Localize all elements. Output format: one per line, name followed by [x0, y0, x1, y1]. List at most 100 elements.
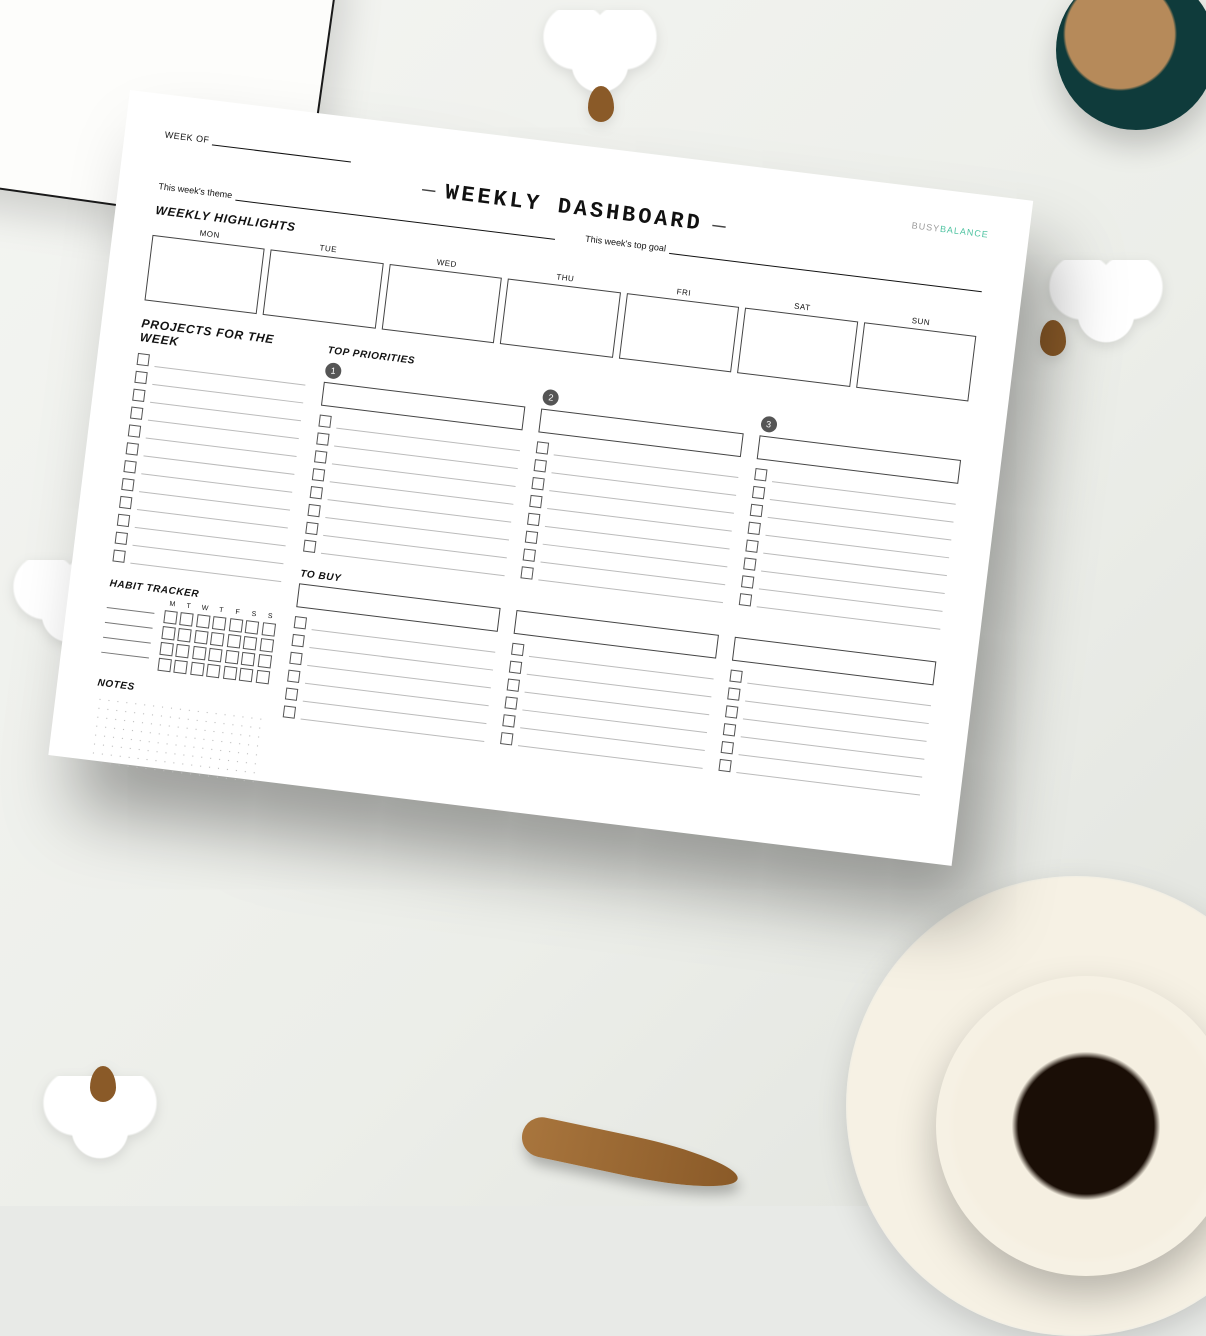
- checkbox-icon[interactable]: [294, 616, 307, 629]
- checkbox-icon[interactable]: [287, 670, 300, 683]
- priority-number-badge: 2: [542, 389, 560, 407]
- checkbox-icon[interactable]: [718, 759, 731, 772]
- checkbox-icon[interactable]: [532, 477, 545, 490]
- habit-checkbox[interactable]: [255, 670, 269, 684]
- habit-checkbox[interactable]: [227, 634, 241, 648]
- checkbox-icon[interactable]: [312, 468, 325, 481]
- checkbox-icon[interactable]: [128, 424, 141, 437]
- day-box[interactable]: [619, 293, 740, 372]
- habit-checkbox[interactable]: [245, 620, 259, 634]
- checkbox-icon[interactable]: [725, 705, 738, 718]
- checkbox-icon[interactable]: [121, 478, 134, 491]
- checkbox-icon[interactable]: [752, 486, 765, 499]
- top-goal-label: This week's top goal: [585, 234, 667, 254]
- priority-number-badge: 3: [760, 415, 778, 433]
- checkbox-icon[interactable]: [530, 495, 543, 508]
- checkbox-icon[interactable]: [523, 548, 536, 561]
- day-box[interactable]: [737, 308, 858, 387]
- habit-checkbox[interactable]: [174, 660, 188, 674]
- habit-checkbox[interactable]: [229, 618, 243, 632]
- habit-checkbox[interactable]: [190, 662, 204, 676]
- habit-checkbox[interactable]: [243, 636, 257, 650]
- habit-checkbox[interactable]: [180, 612, 194, 626]
- checkbox-icon[interactable]: [119, 496, 132, 509]
- habit-day-label: S: [247, 610, 261, 619]
- habit-checkbox[interactable]: [176, 644, 190, 658]
- checkbox-icon[interactable]: [500, 732, 513, 745]
- habit-checkbox[interactable]: [223, 666, 237, 680]
- checkbox-icon[interactable]: [720, 741, 733, 754]
- checkbox-icon[interactable]: [303, 540, 316, 553]
- theme-label: This week's theme: [158, 181, 233, 200]
- checkbox-icon[interactable]: [316, 432, 329, 445]
- day-box[interactable]: [263, 249, 384, 328]
- checkbox-icon[interactable]: [117, 514, 130, 527]
- prop-cotton: [1046, 260, 1166, 350]
- checkbox-icon[interactable]: [314, 450, 327, 463]
- checkbox-icon[interactable]: [285, 688, 298, 701]
- habit-day-label: S: [263, 612, 277, 621]
- checkbox-icon[interactable]: [283, 705, 296, 718]
- habit-checkbox[interactable]: [239, 668, 253, 682]
- checkbox-icon[interactable]: [137, 353, 150, 366]
- habit-checkbox[interactable]: [163, 610, 177, 624]
- habit-checkbox[interactable]: [192, 646, 206, 660]
- day-box[interactable]: [144, 235, 265, 314]
- checkbox-icon[interactable]: [745, 539, 758, 552]
- day-box[interactable]: [500, 278, 621, 357]
- habit-checkbox[interactable]: [159, 642, 173, 656]
- day-box[interactable]: [382, 264, 503, 343]
- habit-checkbox[interactable]: [161, 626, 175, 640]
- checkbox-icon[interactable]: [305, 522, 318, 535]
- checkbox-icon[interactable]: [511, 643, 524, 656]
- checkbox-icon[interactable]: [527, 513, 540, 526]
- checkbox-icon[interactable]: [507, 679, 520, 692]
- habit-checkbox[interactable]: [178, 628, 192, 642]
- checkbox-icon[interactable]: [738, 593, 751, 606]
- checkbox-icon[interactable]: [126, 442, 139, 455]
- checkbox-icon[interactable]: [115, 532, 128, 545]
- notes-area[interactable]: [88, 694, 265, 784]
- checkbox-icon[interactable]: [307, 504, 320, 517]
- checkbox-icon[interactable]: [536, 441, 549, 454]
- day-box[interactable]: [856, 322, 977, 401]
- checkbox-icon[interactable]: [134, 371, 147, 384]
- checkbox-icon[interactable]: [727, 687, 740, 700]
- checkbox-icon[interactable]: [112, 549, 125, 562]
- checkbox-icon[interactable]: [747, 522, 760, 535]
- habit-checkbox[interactable]: [196, 614, 210, 628]
- checkbox-icon[interactable]: [503, 714, 516, 727]
- habit-checkbox[interactable]: [157, 658, 171, 672]
- habit-checkbox[interactable]: [261, 622, 275, 636]
- checkbox-icon[interactable]: [534, 459, 547, 472]
- week-of-label: WEEK OF: [164, 130, 210, 145]
- checkbox-icon[interactable]: [729, 670, 742, 683]
- habit-checkbox[interactable]: [259, 638, 273, 652]
- checkbox-icon[interactable]: [722, 723, 735, 736]
- checkbox-icon[interactable]: [505, 696, 518, 709]
- habit-checkbox[interactable]: [194, 630, 208, 644]
- checkbox-icon[interactable]: [525, 531, 538, 544]
- checkbox-icon[interactable]: [132, 389, 145, 402]
- checkbox-icon[interactable]: [741, 575, 754, 588]
- habit-checkbox[interactable]: [208, 648, 222, 662]
- brand-logo: BUSYBALANCE: [911, 220, 989, 239]
- checkbox-icon[interactable]: [754, 468, 767, 481]
- checkbox-icon[interactable]: [749, 504, 762, 517]
- habit-checkbox[interactable]: [210, 632, 224, 646]
- checkbox-icon[interactable]: [291, 634, 304, 647]
- checkbox-icon[interactable]: [310, 486, 323, 499]
- habit-checkbox[interactable]: [257, 654, 271, 668]
- habit-checkbox[interactable]: [225, 650, 239, 664]
- checkbox-icon[interactable]: [130, 407, 143, 420]
- habit-checkbox[interactable]: [206, 664, 220, 678]
- habit-checkbox[interactable]: [241, 652, 255, 666]
- habit-checkbox[interactable]: [212, 616, 226, 630]
- checkbox-icon[interactable]: [123, 460, 136, 473]
- checkbox-icon[interactable]: [743, 557, 756, 570]
- checkbox-icon[interactable]: [509, 661, 522, 674]
- checkbox-icon[interactable]: [521, 566, 534, 579]
- checkbox-icon[interactable]: [318, 415, 331, 428]
- prop-plate: [846, 876, 1206, 1336]
- checkbox-icon[interactable]: [289, 652, 302, 665]
